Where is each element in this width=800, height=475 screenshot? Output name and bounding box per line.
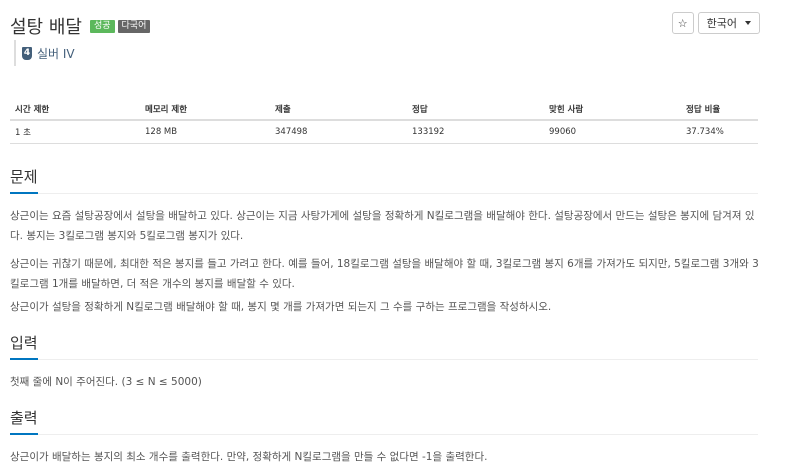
tier-icon: 4 bbox=[22, 46, 32, 60]
star-icon: ☆ bbox=[677, 16, 688, 30]
problem-info-table: 시간 제한 메모리 제한 제출 정답 맞힌 사람 정답 비율 1 초 128 M… bbox=[10, 99, 758, 144]
header-submissions: 제출 bbox=[270, 99, 407, 121]
heading-underline bbox=[10, 192, 38, 194]
value-accepted: 133192 bbox=[407, 120, 544, 144]
input-section-header: 입력 bbox=[10, 332, 758, 360]
header-time-limit: 시간 제한 bbox=[10, 99, 140, 121]
header-accepted: 정답 bbox=[407, 99, 544, 121]
problem-heading-text: 문제 bbox=[10, 168, 38, 186]
problem-paragraph-2: 상근이는 귀찮기 때문에, 최대한 적은 봉지를 들고 가려고 한다. 예를 들… bbox=[10, 258, 759, 290]
tier-info: 4 실버 IV bbox=[14, 40, 75, 66]
value-memory-limit: 128 MB bbox=[140, 120, 270, 144]
language-label: 한국어 bbox=[706, 17, 737, 30]
value-time-limit: 1 초 bbox=[10, 120, 140, 144]
heading-underline bbox=[10, 433, 38, 435]
success-badge: 성공 bbox=[89, 19, 115, 33]
problem-paragraph-1: 상근이는 요즘 설탕공장에서 설탕을 배달하고 있다. 상근이는 지금 사탕가게… bbox=[10, 210, 755, 242]
output-heading-text: 출력 bbox=[10, 409, 38, 427]
problem-header: 설탕 배달 성공 다국어 bbox=[10, 13, 151, 39]
output-heading: 출력 bbox=[10, 407, 758, 435]
input-description: 첫째 줄에 N이 주어진다. (3 ≤ N ≤ 5000) bbox=[10, 376, 202, 388]
value-accept-ratio: 37.734% bbox=[681, 120, 758, 144]
tier-label[interactable]: 실버 IV bbox=[37, 45, 75, 62]
header-memory-limit: 메모리 제한 bbox=[140, 99, 270, 121]
input-heading-text: 입력 bbox=[10, 334, 38, 352]
info-header-row: 시간 제한 메모리 제한 제출 정답 맞힌 사람 정답 비율 bbox=[10, 99, 758, 121]
problem-heading: 문제 bbox=[10, 166, 758, 194]
header-controls: ☆ 한국어 bbox=[671, 12, 760, 34]
chevron-down-icon bbox=[745, 21, 751, 25]
heading-underline bbox=[10, 358, 38, 360]
multilang-badge: 다국어 bbox=[117, 19, 151, 33]
problem-title: 설탕 배달 bbox=[10, 17, 82, 38]
input-heading: 입력 bbox=[10, 332, 758, 360]
output-section-header: 출력 bbox=[10, 407, 758, 435]
problem-section-header: 문제 bbox=[10, 166, 758, 194]
header-accept-ratio: 정답 비율 bbox=[681, 99, 758, 121]
value-solvers: 99060 bbox=[544, 120, 681, 144]
info-value-row: 1 초 128 MB 347498 133192 99060 37.734% bbox=[10, 120, 758, 144]
header-solvers: 맞힌 사람 bbox=[544, 99, 681, 121]
output-description: 상근이가 배달하는 봉지의 최소 개수를 출력한다. 만약, 정확하게 N킬로그… bbox=[10, 451, 488, 463]
problem-paragraph-3: 상근이가 설탕을 정확하게 N킬로그램 배달해야 할 때, 봉지 몇 개를 가져… bbox=[10, 301, 552, 313]
language-dropdown[interactable]: 한국어 bbox=[697, 12, 760, 34]
value-submissions: 347498 bbox=[270, 120, 407, 144]
star-button[interactable]: ☆ bbox=[671, 12, 694, 34]
